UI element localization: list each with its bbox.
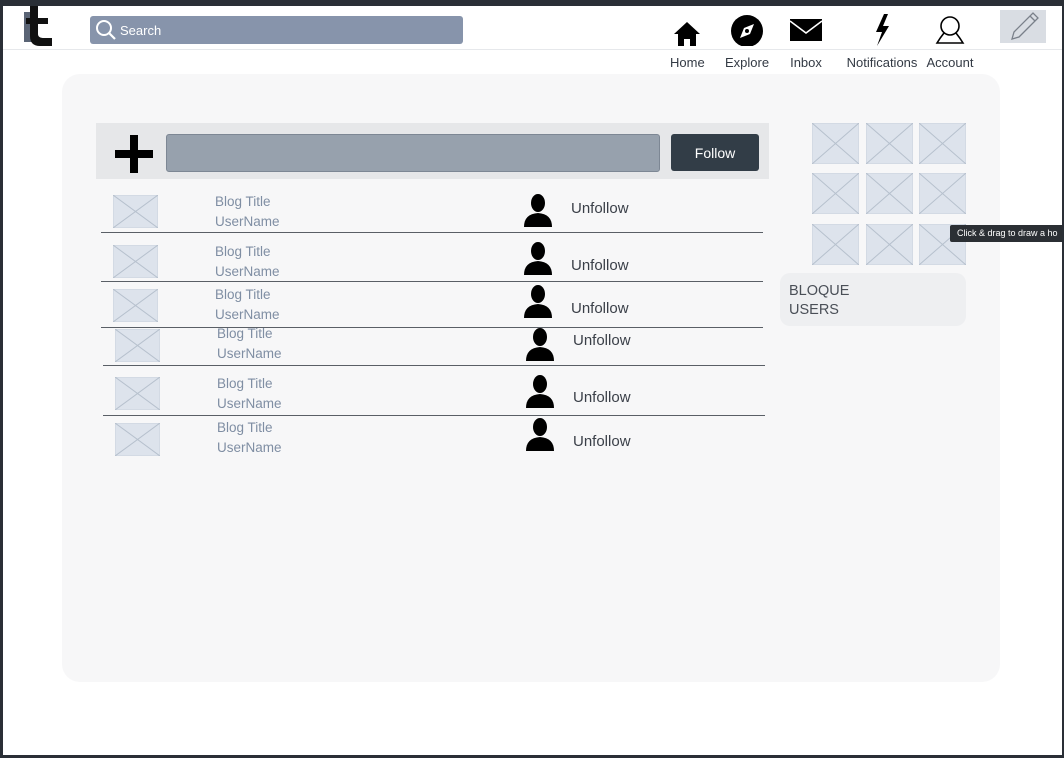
- username-link[interactable]: UserName: [215, 307, 280, 322]
- search-input[interactable]: Search: [90, 16, 463, 44]
- unfollow-button[interactable]: Unfollow: [573, 389, 631, 406]
- compose-button[interactable]: [1000, 10, 1046, 43]
- user-outline-icon: [935, 16, 965, 44]
- blog-avatar-image: [113, 245, 158, 278]
- pencil-icon: [1011, 12, 1039, 40]
- username-link[interactable]: UserName: [217, 440, 282, 455]
- draw-tooltip: Click & drag to draw a ho: [950, 225, 1062, 242]
- plus-icon[interactable]: [115, 135, 153, 173]
- blocked-user-image[interactable]: [919, 123, 966, 164]
- blocked-label-line1: BLOQUE: [789, 283, 850, 299]
- home-icon: [674, 22, 701, 46]
- blog-title-link[interactable]: Blog Title: [217, 376, 273, 391]
- row-divider: [101, 281, 763, 282]
- unfollow-button[interactable]: Unfollow: [573, 332, 631, 349]
- blocked-user-image[interactable]: [866, 123, 913, 164]
- blog-avatar-image: [115, 329, 160, 362]
- nav-account-label: Account: [926, 55, 974, 70]
- row-divider: [101, 327, 763, 328]
- follow-button[interactable]: Follow: [671, 134, 759, 171]
- unfollow-button[interactable]: Unfollow: [571, 200, 629, 217]
- row-divider: [103, 365, 765, 366]
- nav-notifications-label: Notifications: [846, 55, 918, 70]
- unfollow-button[interactable]: Unfollow: [573, 433, 631, 450]
- blog-title-link[interactable]: Blog Title: [215, 244, 271, 259]
- user-avatar-icon: [524, 242, 552, 275]
- blocked-user-image[interactable]: [866, 173, 913, 214]
- follow-url-input[interactable]: [166, 134, 660, 172]
- blog-avatar-image: [115, 377, 160, 410]
- user-avatar-icon: [526, 418, 554, 451]
- nav-explore[interactable]: Explore: [725, 12, 769, 70]
- blog-avatar-image: [113, 195, 158, 228]
- blog-title-link[interactable]: Blog Title: [217, 420, 273, 435]
- username-link[interactable]: UserName: [217, 396, 282, 411]
- top-bar: Search Home Explore Inbox Notifications …: [3, 6, 1062, 70]
- user-avatar-icon: [524, 194, 552, 227]
- username-link[interactable]: UserName: [217, 346, 282, 361]
- lightning-icon: [876, 14, 889, 46]
- follow-bar: Follow: [96, 123, 769, 179]
- nav-inbox-label: Inbox: [790, 55, 822, 70]
- tumblr-logo-icon[interactable]: [24, 6, 58, 46]
- nav-inbox[interactable]: Inbox: [789, 12, 823, 70]
- compass-icon: [731, 15, 764, 46]
- row-divider: [101, 232, 763, 233]
- app-frame: Search Home Explore Inbox Notifications …: [3, 6, 1062, 755]
- blog-avatar-image: [115, 423, 160, 456]
- blocked-user-image[interactable]: [812, 123, 859, 164]
- blocked-user-image[interactable]: [812, 224, 859, 265]
- blog-title-link[interactable]: Blog Title: [217, 326, 273, 341]
- unfollow-button[interactable]: Unfollow: [571, 257, 629, 274]
- blog-title-link[interactable]: Blog Title: [215, 287, 271, 302]
- blocked-user-image[interactable]: [866, 224, 913, 265]
- blocked-users-button[interactable]: BLOQUE USERS: [780, 273, 966, 326]
- username-link[interactable]: UserName: [215, 264, 280, 279]
- user-avatar-icon: [526, 375, 554, 408]
- blocked-user-image[interactable]: [812, 173, 859, 214]
- mail-icon: [789, 19, 823, 41]
- nav-account[interactable]: Account: [926, 12, 974, 70]
- blog-title-link[interactable]: Blog Title: [215, 194, 271, 209]
- user-avatar-icon: [524, 285, 552, 318]
- blocked-label-line2: USERS: [789, 302, 839, 318]
- nav-notifications[interactable]: Notifications: [844, 12, 920, 70]
- username-link[interactable]: UserName: [215, 214, 280, 229]
- blog-avatar-image: [113, 289, 158, 322]
- user-avatar-icon: [526, 328, 554, 361]
- row-divider: [103, 415, 765, 416]
- unfollow-button[interactable]: Unfollow: [571, 300, 629, 317]
- search-placeholder: Search: [120, 22, 162, 38]
- search-icon: [96, 20, 116, 40]
- nav-home[interactable]: Home: [670, 12, 705, 70]
- nav-explore-label: Explore: [725, 55, 770, 70]
- blocked-user-image[interactable]: [919, 173, 966, 214]
- nav-home-label: Home: [670, 55, 705, 70]
